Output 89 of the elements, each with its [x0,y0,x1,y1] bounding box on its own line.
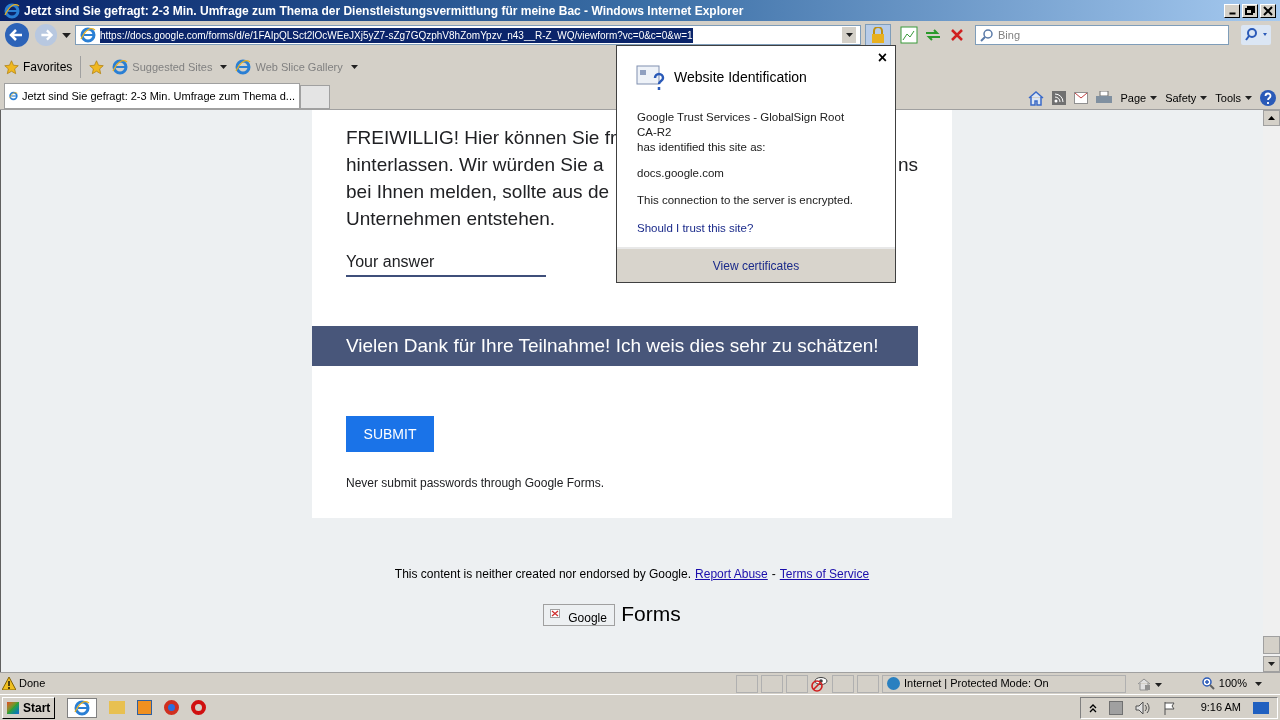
chevron-icon[interactable] [1088,702,1097,713]
page-icon [80,27,96,43]
site-text: docs.google.com [637,166,725,181]
command-button[interactable]: Page [1120,89,1158,106]
caret-icon [1150,95,1158,100]
view-certificates-link[interactable]: View certificates [712,256,800,275]
zoom-icon [1201,677,1215,690]
feed-icon[interactable] [1052,90,1067,105]
command-button[interactable]: Tools [1215,89,1252,106]
question-text: hinterlassen. Wir würden Sie a [346,153,604,177]
url-text: https://docs.google.com/forms/d/e/1FAIpQLSct2lOcWEeJXj5yZ7-sZg7GQzphV8hZomYpzv_n43__R-Z_WQ/viewform?vc=0&c=0&w=1 [100,27,693,43]
compatibility-icon[interactable] [899,25,919,45]
terms-link[interactable]: Terms of Service [779,565,870,583]
question-text: bei Ihnen melden, sollte aus de [346,180,609,204]
caret-icon [845,33,853,37]
address-field[interactable]: https://docs.google.com/forms/d/e/1FAIpQLSct2lOcWEeJXj5yZ7-sZg7GQzphV8hZomYpzv_n43__R-Z_WQ/viewform?vc=0&c=0&w=1 [75,25,861,45]
minimize-button[interactable] [1224,3,1240,18]
caret-icon [1245,95,1252,100]
help-icon[interactable] [1260,89,1276,106]
caret-icon [1200,95,1208,100]
home-icon[interactable] [1028,89,1045,106]
dropdown-button[interactable] [842,27,856,43]
status-pane [832,674,854,693]
submit-button[interactable]: SUBMIT [346,416,434,452]
disclaimer-text: This content is neither created nor endorsed by Google. [394,566,692,583]
separator-text: - [771,566,776,583]
scroll-up-button[interactable] [1263,110,1280,126]
taskbar-ie-button[interactable] [67,697,98,718]
caret-icon [350,65,358,69]
restore-button[interactable] [1242,3,1258,18]
question-text: FREIWILLIG! Hier können Sie fr [346,126,617,150]
zoom-button[interactable]: 100% [1201,675,1262,692]
speaker-icon[interactable] [1134,700,1151,715]
clock-text: 9:16 AM [1200,700,1241,716]
ie-icon [4,2,20,19]
close-button[interactable] [1260,3,1276,18]
start-button[interactable]: Start [2,696,56,719]
logo-alt-text: Google [568,611,607,625]
padlock-icon [871,27,885,43]
status-text: Done [19,676,47,692]
down-arrow-icon [1268,662,1275,666]
thank-you-banner: Vielen Dank für Ihre Teilnahme! Ich weis dies sehr zu schätzen! [312,326,918,366]
question-text: Unternehmen entstehen. [346,207,556,231]
scroll-thumb[interactable] [1263,636,1280,654]
caret-icon [220,65,228,69]
lock-menu-icon[interactable] [1137,676,1163,691]
privacy-icon[interactable] [811,675,829,692]
report-abuse-link[interactable]: Report Abuse [695,565,768,583]
zone-text: Internet | Protected Mode: On [904,676,1049,692]
question-text: ns [897,153,918,177]
close-icon [1263,5,1273,16]
answer-field[interactable]: Your answer [346,250,546,277]
trust-link[interactable]: Should I trust this site? [637,219,867,237]
search-field[interactable]: Bing [975,25,1229,45]
issuer-text: Google Trust Services - GlobalSign Root CA-R2 has identified this site as: [637,110,846,155]
browser-tab[interactable]: Jetzt sind Sie gefragt: 2-3 Min. Umfrage zum Thema d... [4,83,300,109]
status-pane [761,674,783,693]
status-pane [736,674,758,693]
broken-image-icon [550,609,561,618]
encryption-text: This connection to the server is encrypted. [637,193,855,209]
password-note: Never submit passwords through Google Forms. [346,475,606,492]
warning-icon [2,677,16,690]
certificate-help-icon [636,62,666,92]
scroll-down-button[interactable] [1263,656,1280,672]
up-arrow-icon [1268,116,1275,120]
star-icon[interactable] [4,59,19,75]
favorites-button[interactable]: Favorites [4,58,73,76]
mail-icon[interactable] [1074,91,1089,104]
close-button[interactable]: × [877,50,887,66]
ie-icon [74,699,91,716]
page-icon [112,59,129,75]
search-input[interactable]: Bing [998,26,1224,44]
lock-button[interactable] [865,24,891,46]
search-button[interactable] [1241,25,1271,45]
status-pane [786,674,808,693]
caret-icon [1255,681,1262,686]
search-icon [980,28,994,42]
printer-icon[interactable] [1096,90,1113,105]
flag-icon[interactable] [1162,700,1177,715]
history-dropdown-icon [62,32,71,38]
command-button[interactable]: Safety [1165,89,1208,106]
restore-icon [1245,5,1255,16]
logo-text: Forms [621,602,681,626]
page-icon [235,59,252,75]
popup-title: Website Identification [674,67,807,87]
window-title: Jetzt sind Sie gefragt: 2-3 Min. Umfrage zum Thema der Dienstleistungsvermittlung für meine Bac - Windows Internet Explorer [24,2,744,20]
minimize-icon [1228,12,1236,15]
back-button[interactable] [4,22,30,48]
status-pane [857,674,879,693]
